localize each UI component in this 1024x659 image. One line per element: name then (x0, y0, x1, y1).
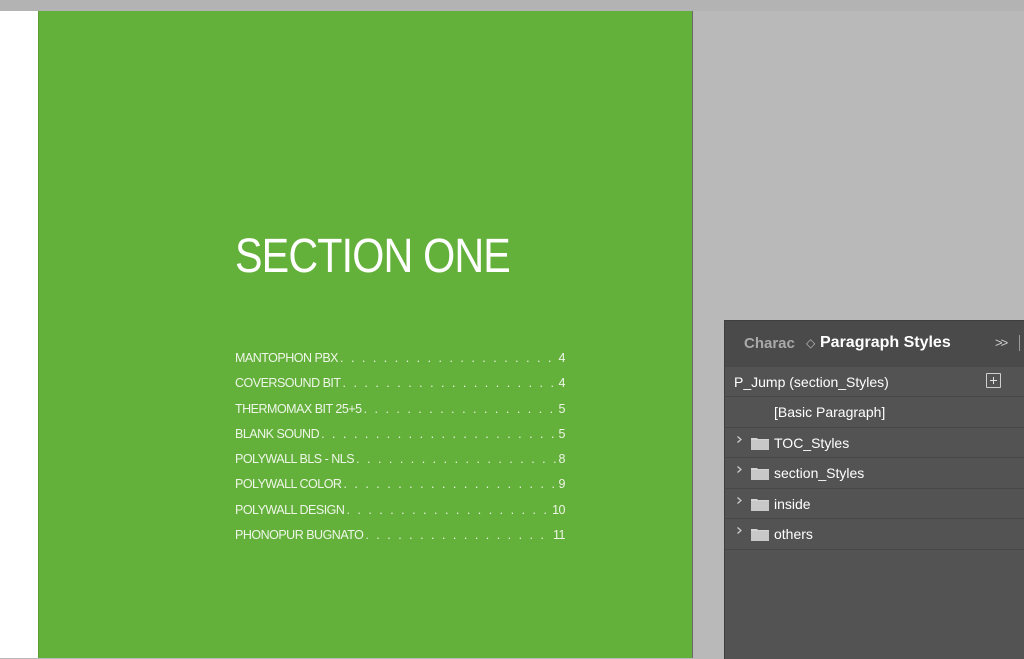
toc-row: POLYWALL DESIGN 10 (235, 503, 565, 528)
toc-leader-dots (321, 427, 556, 441)
toc-label: PHONOPUR BUGNATO (235, 528, 364, 543)
chevron-right-icon[interactable] (736, 466, 743, 474)
folder-icon (751, 468, 769, 481)
toc-label: BLANK SOUND (235, 426, 320, 441)
toc-page-number: 8 (558, 452, 566, 467)
toc-label: MANTOPHON PBX (235, 351, 339, 365)
toc-page-number: 10 (552, 502, 565, 517)
toc-page-number: 4 (558, 376, 566, 391)
toc-label: POLYWALL DESIGN (235, 502, 345, 517)
toc-page-number: 5 (558, 426, 566, 441)
style-group-label: TOC_Styles (774, 434, 850, 451)
folder-icon (751, 498, 769, 511)
tab-switch-arrow-icon[interactable]: ◇ (806, 336, 815, 350)
panel-divider (1019, 335, 1020, 351)
toc-leader-dots (356, 452, 556, 466)
toc-leader-dots (343, 477, 556, 491)
tab-character-styles[interactable]: Charac (744, 335, 795, 352)
chevron-right-icon[interactable] (736, 527, 743, 535)
toc-page-number: 11 (553, 528, 565, 543)
toc-leader-dots (364, 402, 557, 416)
folder-icon (751, 529, 769, 542)
style-item-label: [Basic Paragraph] (774, 404, 886, 420)
style-group-inside[interactable]: inside (725, 489, 1024, 520)
toc-row: MANTOPHON PBX 4 (235, 351, 566, 376)
current-style-row: P_Jump (section_Styles) (725, 367, 1024, 397)
toc-leader-dots (343, 376, 557, 390)
section-title: SECTION ONE (235, 230, 511, 283)
style-item-basic-paragraph[interactable]: [Basic Paragraph] (725, 397, 1024, 428)
toc-row: POLYWALL BLS - NLS 8 (235, 452, 566, 477)
style-group-toc-styles[interactable]: TOC_Styles (725, 428, 1024, 459)
toc-label: POLYWALL BLS - NLS (235, 452, 355, 467)
toc-leader-dots (340, 351, 557, 365)
toc-label: THERMOMAX BIT 25+5 (235, 401, 362, 416)
chevron-right-icon[interactable] (736, 496, 743, 504)
toc-page-number: 9 (558, 477, 566, 492)
panel-header: Charac ◇ Paragraph Styles >> (725, 321, 1024, 367)
toc-row: THERMOMAX BIT 25+5 5 (235, 401, 566, 427)
paragraph-styles-panel: Charac ◇ Paragraph Styles >> P_Jump (sec… (724, 320, 1024, 659)
adjacent-white-page (0, 11, 38, 658)
toc-page-number: 5 (558, 401, 566, 416)
canvas-top-strip (0, 0, 1024, 11)
create-style-button[interactable] (986, 373, 1001, 388)
document-page[interactable]: SECTION ONE MANTOPHON PBX 4 COVERSOUND B… (38, 11, 693, 658)
table-of-contents: MANTOPHON PBX 4 COVERSOUND BIT 4 THERMOM… (235, 351, 566, 553)
style-group-label: inside (774, 495, 811, 512)
current-style-label: P_Jump (section_Styles) (734, 374, 889, 390)
toc-label: POLYWALL COLOR (235, 477, 342, 492)
collapse-panel-icon[interactable]: >> (995, 335, 1008, 350)
style-group-label: section_Styles (774, 465, 865, 482)
toc-leader-dots (346, 503, 550, 517)
tab-paragraph-styles[interactable]: Paragraph Styles (820, 334, 951, 352)
toc-row: PHONOPUR BUGNATO 11 (235, 528, 565, 553)
chevron-right-icon[interactable] (736, 435, 743, 443)
folder-icon (751, 437, 769, 450)
toc-leader-dots (365, 528, 551, 542)
style-group-others[interactable]: others (725, 519, 1024, 550)
toc-row: COVERSOUND BIT 4 (235, 376, 566, 401)
toc-row: BLANK SOUND 5 (235, 426, 566, 452)
toc-label: COVERSOUND BIT (235, 376, 341, 391)
style-group-section-styles[interactable]: section_Styles (725, 458, 1024, 489)
style-group-label: others (774, 526, 813, 543)
toc-page-number: 4 (558, 351, 566, 365)
toc-row: POLYWALL COLOR 9 (235, 477, 566, 502)
